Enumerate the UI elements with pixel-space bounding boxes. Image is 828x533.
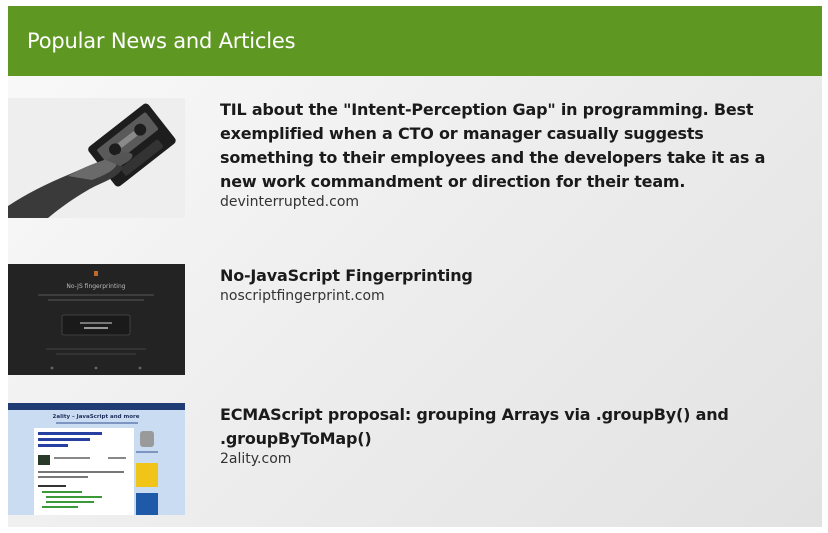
article-title-link[interactable]: ECMAScript proposal: grouping Arrays via… [220,403,765,451]
article-source: noscriptfingerprint.com [220,288,385,304]
article-source: 2ality.com [220,451,292,467]
dark-site-screenshot-image: No-JS fingerprinting [8,264,185,375]
panel-title: Popular News and Articles [27,29,296,53]
article-item[interactable]: TIL about the "Intent-Perception Gap" in… [8,98,795,218]
article-thumbnail[interactable] [8,98,185,218]
panel-header: Popular News and Articles [8,6,822,76]
article-thumbnail[interactable]: 2ality – JavaScript and more [8,403,185,515]
article-title-link[interactable]: No-JavaScript Fingerprinting [220,264,780,288]
article-title-link[interactable]: TIL about the "Intent-Perception Gap" in… [220,98,795,194]
article-item[interactable]: No-JS fingerprinting No-JavaScript Finge… [8,264,780,375]
blog-site-screenshot-image: 2ality – JavaScript and more [8,403,185,515]
popular-news-panel: Popular News and Articles TIL about the … [8,6,822,527]
article-thumbnail[interactable]: No-JS fingerprinting [8,264,185,375]
cassette-hand-image [8,98,185,218]
article-item[interactable]: 2ality – JavaScript and more ECMAScript … [8,403,765,515]
thumb-heading: 2ality – JavaScript and more [53,414,140,420]
article-source: devinterrupted.com [220,194,360,210]
thumb-heading: No-JS fingerprinting [66,283,125,290]
